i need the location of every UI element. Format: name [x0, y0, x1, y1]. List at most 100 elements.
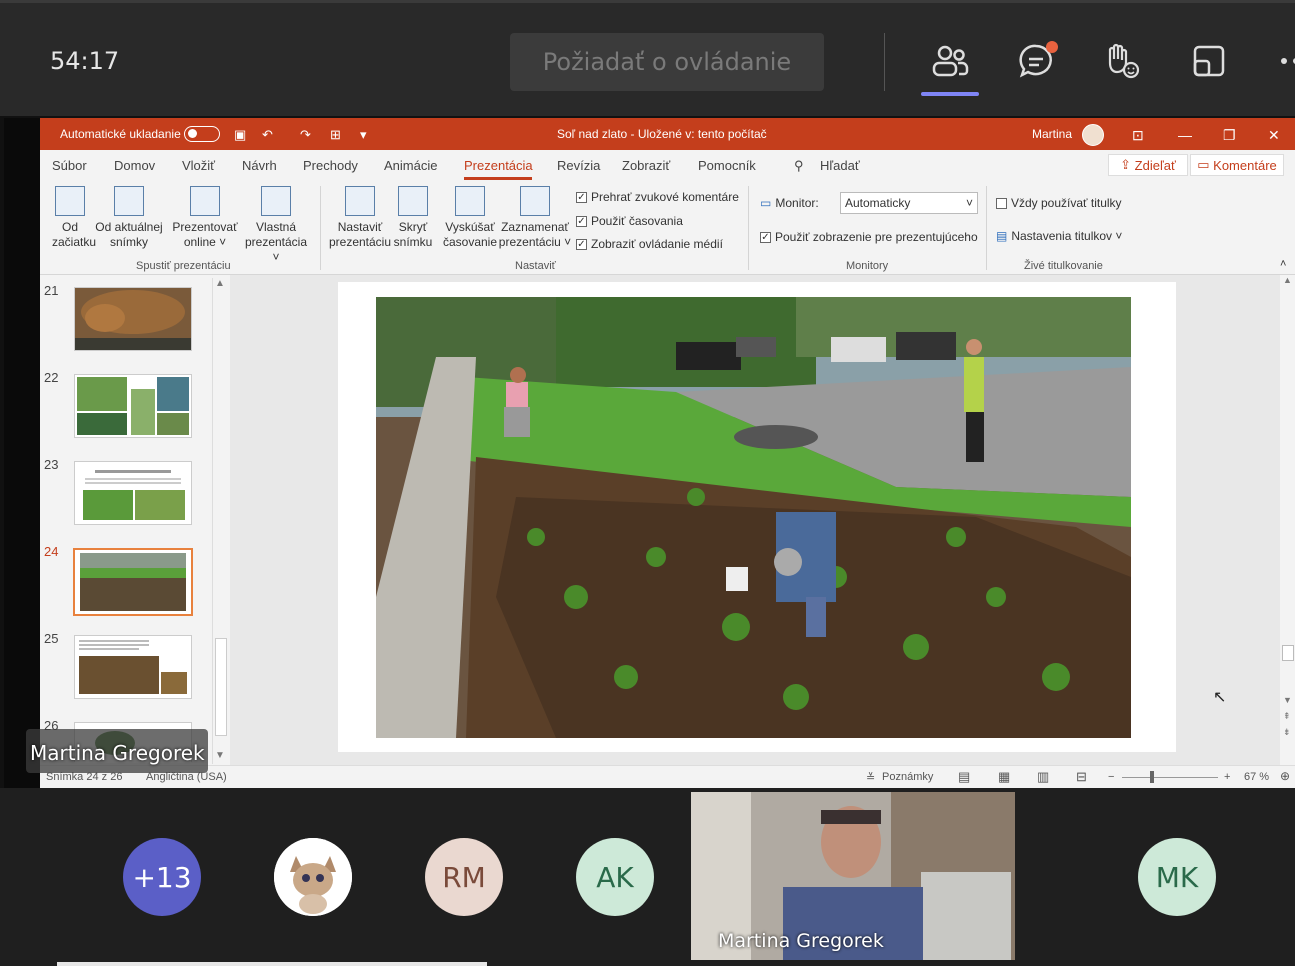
tab-slideshow[interactable]: Prezentácia [464, 158, 533, 173]
slide-scrollbar[interactable]: ▲ ▼ ⇞ ⇟ [1280, 275, 1295, 765]
custom-show-icon [261, 186, 291, 216]
normal-view-icon[interactable]: ▤ [958, 769, 970, 785]
reading-view-icon[interactable]: ▥ [1037, 769, 1049, 785]
setup-show-button[interactable]: Nastaviť prezentáciu [328, 186, 392, 250]
user-name[interactable]: Martina [1032, 127, 1072, 141]
search-icon[interactable]: ⚲ [794, 158, 804, 174]
share-button[interactable]: ⇪ Zdieľať [1108, 154, 1188, 176]
customize-qat-icon[interactable]: ▾ [360, 127, 367, 143]
from-current-button[interactable]: Od aktuálnej snímky [94, 186, 164, 250]
label: Nastaviť [337, 220, 383, 234]
play-narrations-checkbox[interactable]: ✓ Prehrať zvukové komentáre [576, 190, 739, 204]
more-icon[interactable] [1272, 41, 1295, 81]
tab-view[interactable]: Zobraziť [622, 158, 670, 173]
status-bar: Snímka 24 z 26 Angličtina (USA) ≚ Poznám… [40, 765, 1295, 789]
people-icon[interactable] [930, 41, 970, 81]
label: Skryť [398, 220, 428, 234]
scroll-down-icon[interactable]: ▼ [215, 750, 225, 761]
label: Vždy používať titulky [1011, 196, 1122, 210]
thumbnail-image [75, 288, 191, 350]
use-timings-checkbox[interactable]: ✓ Použiť časovania [576, 214, 683, 228]
save-icon[interactable]: ▣ [234, 127, 246, 143]
participant-avatar-rm[interactable]: RM [425, 838, 503, 916]
present-icon[interactable]: ⊞ [330, 127, 341, 143]
participant-avatar-ak[interactable]: AK [576, 838, 654, 916]
scroll-thumb[interactable] [1282, 645, 1294, 661]
monitor-select[interactable]: Automaticky ˅ [840, 192, 978, 214]
slide-thumbnail-23[interactable] [74, 461, 192, 525]
tab-help[interactable]: Pomocník [698, 158, 756, 173]
slide-thumbnail-21[interactable] [74, 287, 192, 351]
slideshow-view-icon[interactable]: ⊟ [1076, 769, 1087, 785]
search-label[interactable]: Hľadať [820, 158, 860, 173]
scroll-thumb[interactable] [215, 638, 227, 736]
ribbon-display-icon[interactable]: ⊡ [1132, 127, 1144, 144]
request-control-button[interactable]: Požiadať o ovládanie [510, 33, 824, 91]
zoom-level[interactable]: 67 % [1244, 771, 1269, 783]
presenter-view-checkbox[interactable]: ✓ Použiť zobrazenie pre prezentujúceho [760, 230, 978, 244]
present-online-icon [190, 186, 220, 216]
undo-icon[interactable]: ↶ [262, 127, 273, 143]
ribbon: Od začiatku Od aktuálnej snímky Prezentova… [40, 180, 1295, 275]
slide-thumbnail-25[interactable] [74, 635, 192, 699]
label: Od [61, 220, 78, 234]
thumbnail-scrollbar[interactable]: ▲ ▼ [212, 278, 227, 764]
redo-icon[interactable]: ↷ [300, 127, 311, 143]
participant-avatar-mk[interactable]: MK [1138, 838, 1216, 916]
tab-file[interactable]: Súbor [52, 158, 87, 173]
notes-button[interactable]: Poznámky [882, 771, 933, 783]
zoom-in-icon[interactable]: + [1224, 771, 1230, 783]
raise-hand-icon[interactable] [1102, 41, 1142, 81]
slide-photo[interactable] [376, 297, 1131, 738]
restore-icon[interactable]: ❐ [1223, 127, 1236, 144]
user-avatar[interactable] [1082, 124, 1104, 146]
rehearse-timings-button[interactable]: Vyskúšať časovanie [442, 186, 498, 250]
custom-show-button[interactable]: Vlastná prezentácia ˅ [240, 186, 312, 265]
collapse-ribbon-icon[interactable]: ˄ [1280, 258, 1286, 270]
scroll-up-icon[interactable]: ▲ [215, 278, 225, 289]
from-beginning-button[interactable]: Od začiatku [52, 186, 96, 250]
comment-icon: ▭ [1197, 157, 1214, 172]
autosave-toggle[interactable] [184, 126, 220, 142]
subtitle-settings-button[interactable]: ▤ Nastavenia titulkov ˅ [996, 229, 1122, 243]
tab-review[interactable]: Revízia [557, 158, 600, 173]
participant-avatar-kitten[interactable] [274, 838, 352, 916]
share-icon: ⇪ [1120, 157, 1135, 172]
current-slide[interactable] [338, 282, 1176, 752]
zoom-slider[interactable] [1122, 777, 1218, 778]
next-slide-icon[interactable]: ⇟ [1283, 727, 1291, 738]
thumbnail-image [75, 375, 191, 437]
slide-number: 23 [44, 457, 59, 472]
slide-sorter-icon[interactable]: ▦ [998, 769, 1010, 785]
show-media-controls-checkbox[interactable]: ✓ Zobraziť ovládanie médií [576, 237, 723, 251]
slide-thumbnail-22[interactable] [74, 374, 192, 438]
always-subtitles-checkbox[interactable]: Vždy používať titulky [996, 196, 1122, 210]
thumbnail-image [75, 550, 191, 614]
zoom-slider-thumb[interactable] [1150, 771, 1154, 783]
tab-design[interactable]: Návrh [242, 158, 277, 173]
tab-transitions[interactable]: Prechody [303, 158, 358, 173]
scroll-down-icon[interactable]: ▼ [1283, 695, 1292, 705]
tab-animations[interactable]: Animácie [384, 158, 437, 173]
comments-button[interactable]: ▭ Komentáre [1190, 154, 1284, 176]
notes-icon[interactable]: ≚ [866, 771, 875, 784]
hide-slide-button[interactable]: Skryť snímku [392, 186, 434, 250]
present-online-button[interactable]: Prezentovať online ˅ [172, 186, 238, 250]
label: prezentáciu ˅ [498, 235, 572, 249]
fit-to-window-icon[interactable]: ⊕ [1280, 769, 1290, 783]
slide-thumbnail-24-selected[interactable] [73, 548, 193, 616]
minimize-icon[interactable]: — [1178, 127, 1192, 143]
slide-number: 22 [44, 370, 59, 385]
overflow-participants-button[interactable]: +13 [123, 838, 201, 916]
tab-home[interactable]: Domov [114, 158, 155, 173]
close-icon[interactable]: ✕ [1268, 127, 1280, 144]
zoom-out-icon[interactable]: − [1108, 771, 1114, 783]
share-tray-icon[interactable] [1190, 41, 1230, 81]
presenter-name: Martina Gregorek [30, 741, 205, 765]
record-show-button[interactable]: Zaznamenať prezentáciu ˅ [498, 186, 572, 250]
from-beginning-icon [55, 186, 85, 216]
tab-insert[interactable]: Vložiť [182, 158, 215, 173]
previous-slide-icon[interactable]: ⇞ [1283, 711, 1291, 722]
scroll-up-icon[interactable]: ▲ [1283, 275, 1292, 285]
powerpoint-window: Automatické ukladanie ▣ ↶ ↷ ⊞ ▾ Soľ nad … [40, 118, 1295, 789]
